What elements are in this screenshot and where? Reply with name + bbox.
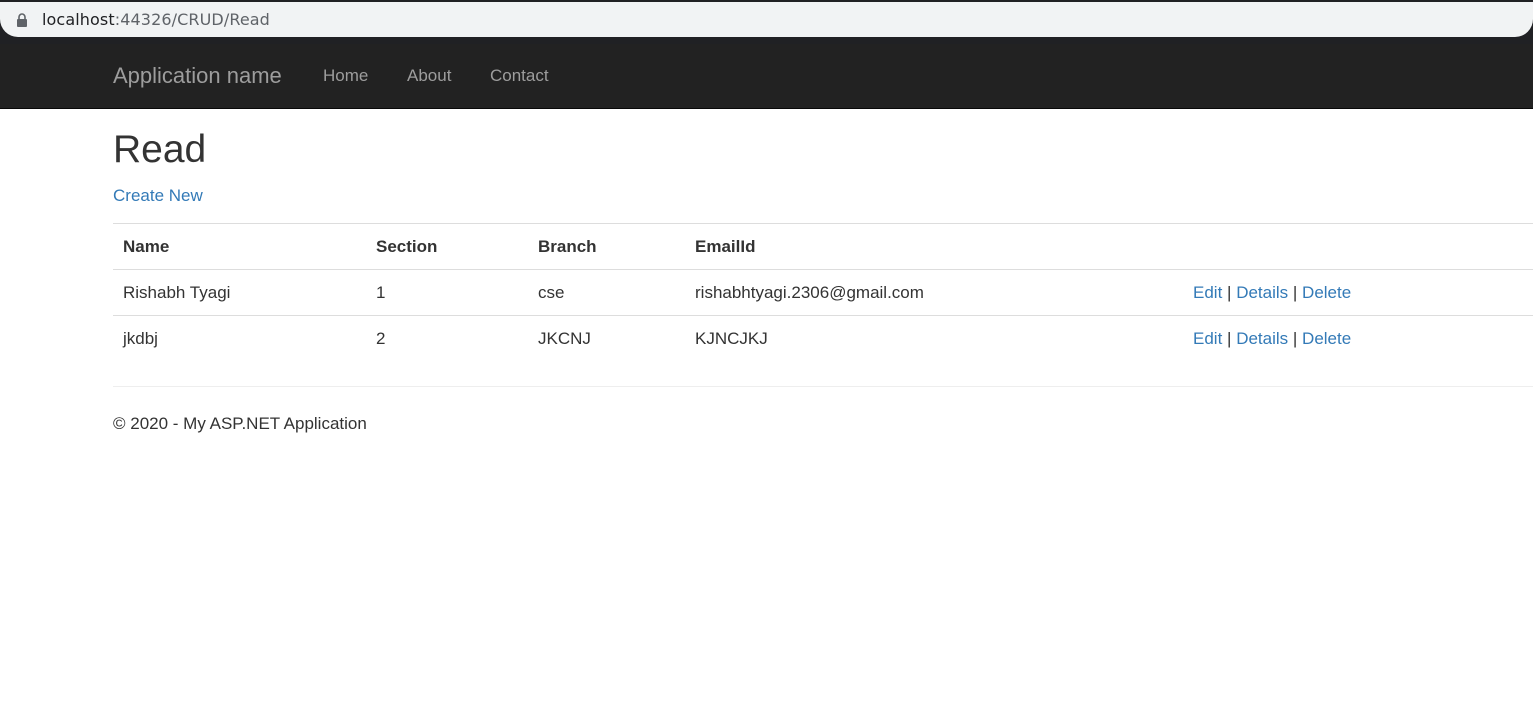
header-branch: Branch xyxy=(528,223,685,270)
navbar: Application name Home About Contact xyxy=(0,44,1533,109)
page-title: Read xyxy=(113,128,207,171)
action-separator: | xyxy=(1227,328,1232,348)
footer-divider xyxy=(113,386,1533,387)
header-actions xyxy=(1183,223,1533,270)
action-separator: | xyxy=(1227,282,1232,302)
cell-branch: JKCNJ xyxy=(538,328,591,348)
details-link[interactable]: Details xyxy=(1236,329,1288,348)
cell-actions: Edit | Details | Delete xyxy=(1183,316,1533,362)
nav-contact-link[interactable]: Contact xyxy=(490,66,549,86)
header-section: Section xyxy=(366,223,528,270)
delete-link[interactable]: Delete xyxy=(1302,329,1351,348)
cell-name: Rishabh Tyagi xyxy=(113,269,366,316)
browser-chrome: localhost:44326/CRUD/Read xyxy=(0,0,1533,44)
edit-link[interactable]: Edit xyxy=(1193,329,1222,348)
cell-section: 2 xyxy=(376,328,386,348)
nav-about-link[interactable]: About xyxy=(407,66,451,86)
nav-home-link[interactable]: Home xyxy=(323,66,368,86)
url-host: localhost xyxy=(42,10,115,29)
url-text[interactable]: localhost:44326/CRUD/Read xyxy=(42,10,270,29)
cell-name: jkdbj xyxy=(123,328,158,348)
cell-branch: cse xyxy=(528,269,685,316)
header-name: Name xyxy=(113,223,366,270)
edit-link[interactable]: Edit xyxy=(1193,283,1222,302)
action-separator: | xyxy=(1292,282,1298,302)
table-row: jkdbj 2 JKCNJ KJNCJKJ Edit | Details | D… xyxy=(113,316,1533,362)
create-new-link[interactable]: Create New xyxy=(113,186,203,206)
brand-link[interactable]: Application name xyxy=(113,63,282,89)
details-link[interactable]: Details xyxy=(1236,283,1288,302)
header-email: EmailId xyxy=(685,223,1183,270)
students-table: Name Section Branch EmailId Rishabh Tyag… xyxy=(113,223,1533,361)
action-separator: | xyxy=(1292,328,1298,348)
footer-text: © 2020 - My ASP.NET Application xyxy=(113,414,367,433)
cell-actions: Edit | Details | Delete xyxy=(1183,269,1533,316)
cell-email: rishabhtyagi.2306@gmail.com xyxy=(685,269,1183,316)
table-row: Rishabh Tyagi 1 cse rishabhtyagi.2306@gm… xyxy=(113,269,1533,316)
page: localhost:44326/CRUD/Read Application na… xyxy=(0,0,1533,705)
url-path: :44326/CRUD/Read xyxy=(114,10,270,29)
address-bar[interactable]: localhost:44326/CRUD/Read xyxy=(0,2,1533,37)
lock-icon[interactable] xyxy=(16,13,28,27)
delete-link[interactable]: Delete xyxy=(1302,283,1351,302)
cell-email: KJNCJKJ xyxy=(695,328,768,348)
cell-section: 1 xyxy=(366,269,528,316)
table-header-row: Name Section Branch EmailId xyxy=(113,223,1533,270)
